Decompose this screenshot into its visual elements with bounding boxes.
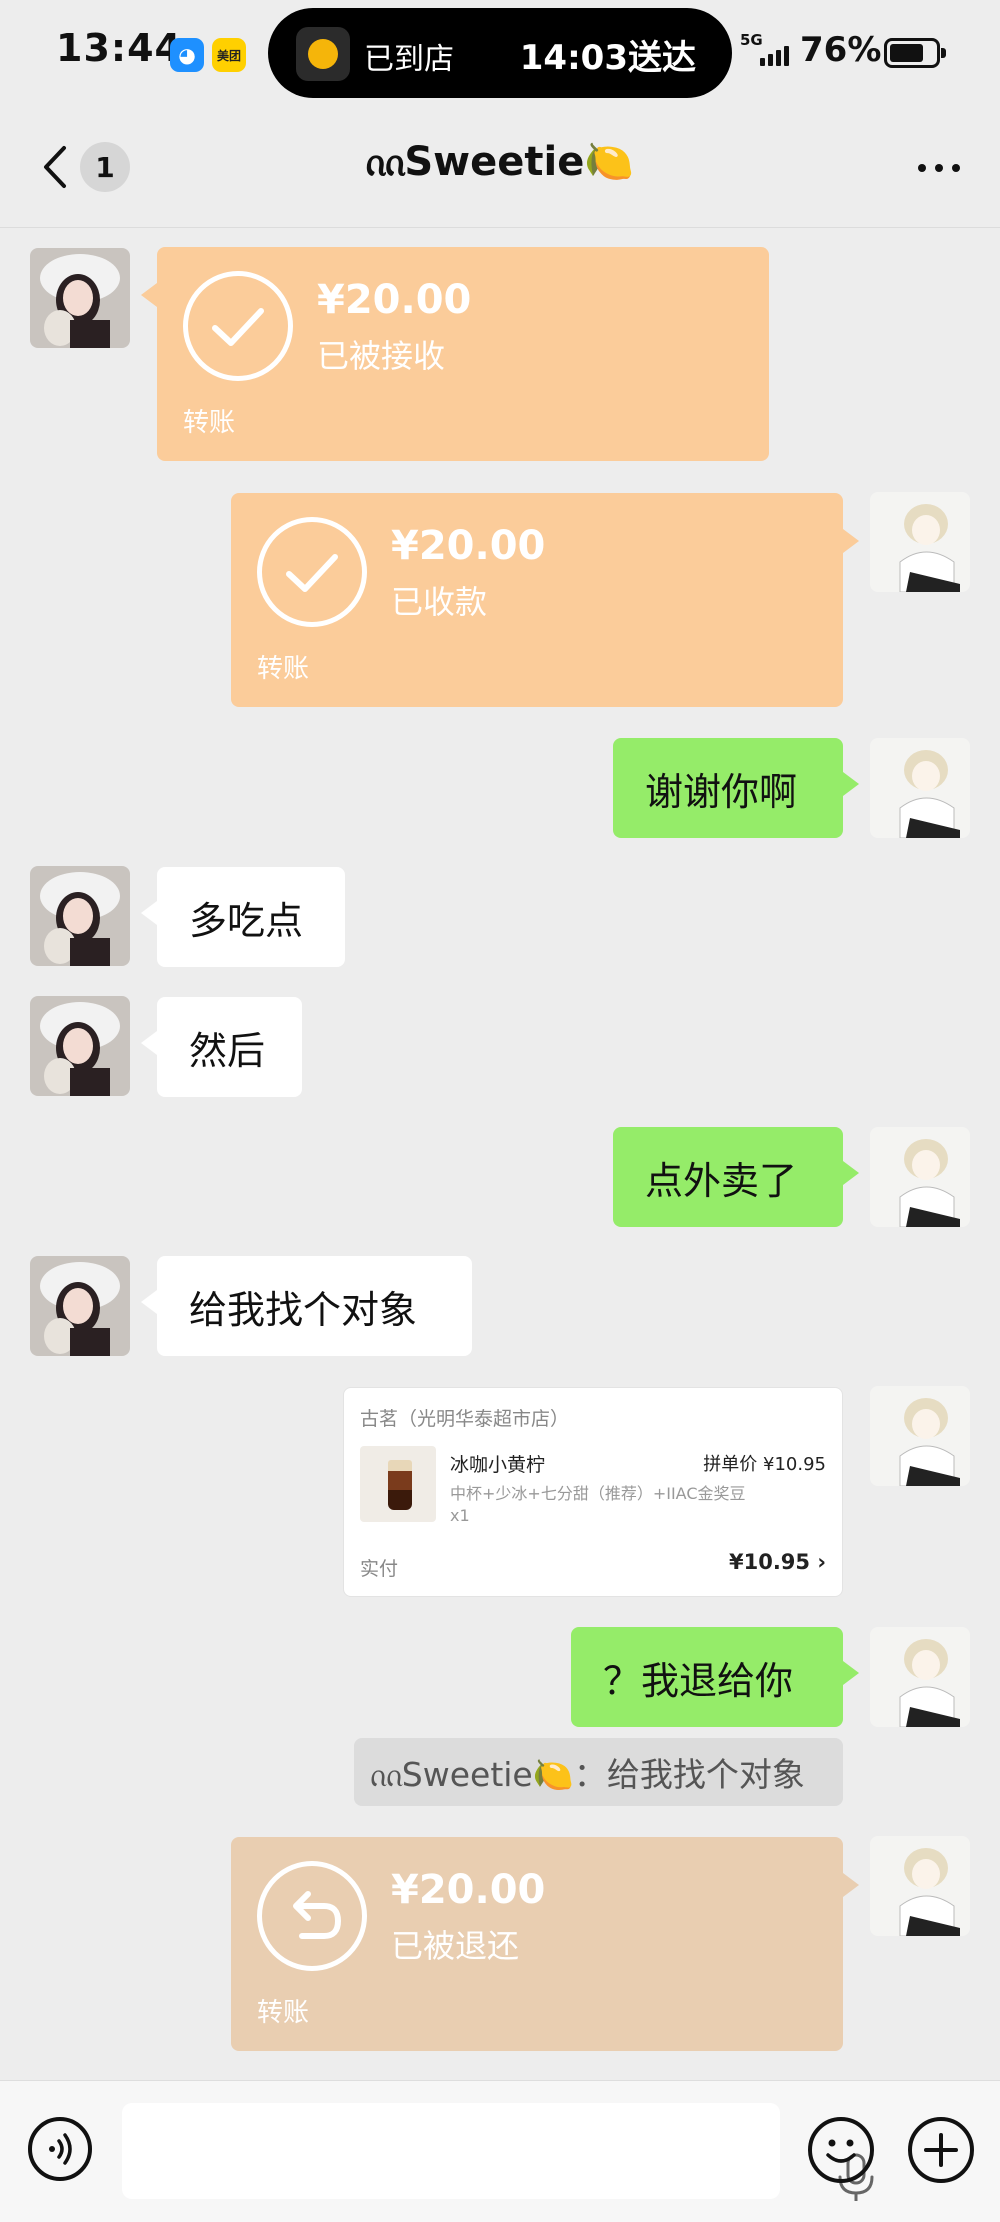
contact-avatar[interactable] xyxy=(30,996,130,1096)
paid-amount: ¥10.95 › xyxy=(728,1550,826,1574)
transfer-amount: ¥20.00 xyxy=(317,277,472,323)
my-avatar[interactable] xyxy=(870,738,970,838)
transfer-message[interactable]: ¥20.00 已被退还 转账 xyxy=(231,1837,859,2051)
message-input[interactable] xyxy=(122,2103,874,2201)
delivery-eta: 14:03送达 xyxy=(519,38,696,78)
product-price: 拼单价 ¥10.95 xyxy=(703,1454,826,1475)
paid-label: 实付 xyxy=(360,1558,399,1580)
product-name: 冰咖小黄柠 xyxy=(450,1454,546,1476)
quoted-message[interactable]: ᦶSweetie🍋：给我找个对象 xyxy=(354,1738,843,1806)
message-bubble[interactable]: 点外卖了 xyxy=(613,1127,859,1227)
message-bubble[interactable]: 给我找个对象 xyxy=(141,1256,472,1356)
delivery-state: 已到店 xyxy=(364,42,454,77)
check-icon xyxy=(257,517,367,627)
transfer-label: 转账 xyxy=(257,654,310,684)
transfer-label: 转账 xyxy=(183,408,236,438)
my-avatar[interactable] xyxy=(870,1386,970,1486)
message-bubble[interactable]: 多吃点 xyxy=(141,867,345,967)
meituan-app-icon: 美团 xyxy=(212,38,246,72)
product-thumbnail xyxy=(360,1446,436,1522)
my-avatar[interactable] xyxy=(870,1836,970,1936)
store-name: 古茗（光明华泰超市店） xyxy=(360,1408,570,1430)
battery-percent: 76% xyxy=(800,30,882,70)
product-quantity: x1 xyxy=(450,1506,470,1525)
my-avatar[interactable] xyxy=(870,1627,970,1727)
my-avatar[interactable] xyxy=(870,1127,970,1227)
delivery-live-activity[interactable]: 已到店 14:03送达 xyxy=(268,8,732,98)
transfer-message[interactable]: ¥20.00 已被接收 转账 xyxy=(141,247,769,461)
message-bubble[interactable]: 谢谢你啊 xyxy=(613,738,859,838)
contact-avatar[interactable] xyxy=(30,248,130,348)
transfer-status: 已收款 xyxy=(391,583,488,621)
order-share-card[interactable]: 古茗（光明华泰超市店） 冰咖小黄柠 拼单价 ¥10.95 中杯+少冰+七分甜（推… xyxy=(343,1387,843,1597)
contact-avatar[interactable] xyxy=(30,1256,130,1356)
check-icon xyxy=(183,271,293,381)
more-dots-icon[interactable] xyxy=(918,164,960,172)
transfer-label: 转账 xyxy=(257,1998,310,2028)
signal-icon xyxy=(760,46,789,66)
battery-icon xyxy=(884,38,946,68)
my-avatar[interactable] xyxy=(870,492,970,592)
transfer-message[interactable]: ¥20.00 已收款 转账 xyxy=(231,493,859,707)
transfer-amount: ¥20.00 xyxy=(391,523,546,569)
blue-bear-icon: ◕ xyxy=(170,38,204,72)
chat-title: ᦶSweetie🍋 xyxy=(365,139,635,185)
return-arrow-icon xyxy=(257,1861,367,1971)
transfer-amount: ¥20.00 xyxy=(391,1867,546,1913)
message-bubble[interactable]: 然后 xyxy=(141,997,302,1097)
status-bar: 13:44 ◕ 美团 已到店 14:03送达 5G 76% xyxy=(0,0,1000,108)
contact-avatar[interactable] xyxy=(30,866,130,966)
emoji-icon[interactable] xyxy=(808,2117,874,2183)
transfer-status: 已被退还 xyxy=(391,1927,520,1965)
product-spec: 中杯+少冰+七分甜（推荐）+IIAC金奖豆 xyxy=(450,1484,746,1503)
chat-header: 1 ᦶSweetie🍋 xyxy=(0,108,1000,228)
status-time: 13:44 xyxy=(56,26,182,70)
input-bar xyxy=(0,2080,1000,2222)
transfer-status: 已被接收 xyxy=(317,337,446,375)
message-bubble[interactable]: ？我退给你 xyxy=(571,1627,859,1727)
voice-icon[interactable] xyxy=(28,2117,92,2181)
plus-icon[interactable] xyxy=(908,2117,974,2183)
delivery-rider-icon xyxy=(296,27,350,81)
